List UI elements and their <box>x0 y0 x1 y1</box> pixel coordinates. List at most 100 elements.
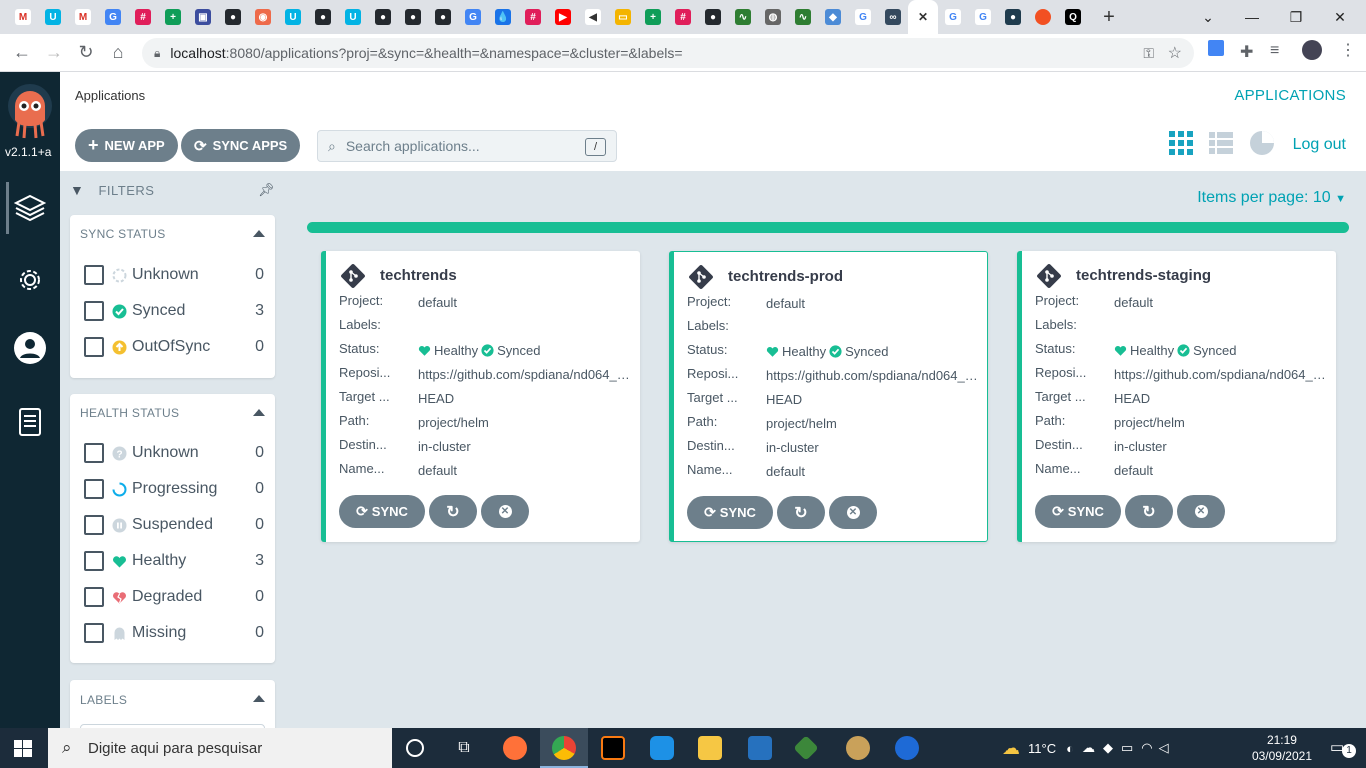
tab-calendar[interactable]: ▣ <box>188 0 218 34</box>
tiles-view-icon[interactable] <box>1168 130 1194 156</box>
checkbox[interactable] <box>84 337 104 357</box>
checkbox[interactable] <box>84 479 104 499</box>
back-icon[interactable]: ← <box>6 42 38 63</box>
argo-logo[interactable] <box>7 82 53 140</box>
tab-drop[interactable]: 💧 <box>488 0 518 34</box>
extensions-puzzle-icon[interactable]: ✚ <box>1240 42 1253 62</box>
window-close-icon[interactable]: ✕ <box>1318 0 1362 34</box>
refresh-button[interactable]: ↻ <box>429 495 477 528</box>
checkbox[interactable] <box>84 623 104 643</box>
tab-slack[interactable]: # <box>128 0 158 34</box>
filter-health-unknown[interactable]: ? Unknown 0 <box>84 442 264 464</box>
sync-button[interactable]: ⟳ SYNC <box>1035 495 1121 528</box>
close-icon[interactable]: ✕ <box>918 10 928 24</box>
filter-health-progressing[interactable]: Progressing 0 <box>84 478 264 500</box>
app-name[interactable]: techtrends-prod <box>728 268 843 285</box>
reload-icon[interactable]: ↻ <box>70 42 102 63</box>
docker-icon[interactable] <box>650 736 674 760</box>
bookmark-star-icon[interactable]: ☆ <box>1168 43 1182 63</box>
filter-health-missing[interactable]: Missing 0 <box>84 622 264 644</box>
dropbox-icon[interactable]: ◆ <box>1103 740 1113 756</box>
tab-globe[interactable]: ◍ <box>758 0 788 34</box>
reading-list-icon[interactable]: ≡ <box>1270 42 1279 60</box>
tab-google-3[interactable]: G <box>968 0 998 34</box>
tab-slides[interactable]: ▭ <box>608 0 638 34</box>
tab-monitor[interactable]: ∿ <box>728 0 758 34</box>
file-explorer-icon[interactable] <box>698 736 722 760</box>
tab-github-6[interactable]: ● <box>698 0 728 34</box>
minimize-icon[interactable]: — <box>1230 0 1274 34</box>
battery-icon[interactable]: ▭ <box>1121 740 1133 756</box>
notification-center-icon[interactable]: ▭ 1 <box>1330 738 1356 758</box>
tab-shield[interactable]: ◆ <box>818 0 848 34</box>
items-per-page-dropdown[interactable]: Items per page: 10 ▼ <box>1197 189 1346 207</box>
filter-sync-unknown[interactable]: Unknown 0 <box>84 264 264 286</box>
filter-health-degraded[interactable]: Degraded 0 <box>84 586 264 608</box>
task-view-icon[interactable]: ⧉ <box>452 736 476 760</box>
app-name[interactable]: techtrends <box>380 267 457 284</box>
wifi-icon[interactable]: ◠ <box>1141 740 1152 756</box>
tab-gmail-2[interactable]: M <box>68 0 98 34</box>
tab-quora[interactable]: Q <box>1058 0 1088 34</box>
tab-infinity[interactable]: ∞ <box>878 0 908 34</box>
nav-docs-icon[interactable] <box>12 404 48 440</box>
tab-active-close[interactable]: ✕ <box>908 0 938 34</box>
tab-search-icon[interactable]: ⌄ <box>1186 0 1230 34</box>
delete-button[interactable]: ✕ <box>481 495 529 528</box>
tab-sheets[interactable]: + <box>158 0 188 34</box>
pin-icon[interactable]: 📌︎ <box>258 182 275 198</box>
tab-sheets-2[interactable]: + <box>638 0 668 34</box>
taskbar-search-box[interactable]: ⌕ Digite aqui para pesquisar <box>48 728 392 768</box>
app-card[interactable]: techtrends-staging Project: default Labe… <box>1017 251 1336 542</box>
collapse-caret-icon[interactable] <box>253 230 265 237</box>
new-tab-icon[interactable]: + <box>1094 6 1124 29</box>
tray-app-icon[interactable]: ◐ <box>1066 741 1074 756</box>
maps-pin-icon[interactable] <box>895 736 919 760</box>
breadcrumb[interactable]: Applications <box>75 88 145 103</box>
delete-button[interactable]: ✕ <box>829 496 877 529</box>
tab-youtube[interactable]: ▶ <box>548 0 578 34</box>
tab-app[interactable]: ◉ <box>248 0 278 34</box>
tab-github-2[interactable]: ● <box>308 0 338 34</box>
tab-orange[interactable] <box>1028 0 1058 34</box>
profile-avatar[interactable] <box>1302 40 1322 60</box>
sync-button[interactable]: ⟳ SYNC <box>339 495 425 528</box>
app-card[interactable]: techtrends Project: default Labels: Stat… <box>321 251 640 542</box>
tab-translate[interactable]: G <box>98 0 128 34</box>
volume-icon[interactable]: ◁ <box>1159 740 1169 756</box>
tab-slack-2[interactable]: # <box>518 0 548 34</box>
filter-health-suspended[interactable]: Suspended 0 <box>84 514 264 536</box>
tab-argo[interactable]: ● <box>998 0 1028 34</box>
list-view-icon[interactable] <box>1208 130 1234 156</box>
cloud-upload-icon[interactable]: ☁ <box>1082 740 1095 756</box>
new-app-button[interactable]: + NEW APP <box>75 129 178 162</box>
tab-monitor-2[interactable]: ∿ <box>788 0 818 34</box>
filter-health-healthy[interactable]: Healthy 3 <box>84 550 264 572</box>
paint-icon[interactable] <box>846 736 870 760</box>
filter-sync-outofsync[interactable]: OutOfSync 0 <box>84 336 264 358</box>
forward-icon[interactable]: → <box>38 42 70 63</box>
tab-translate-2[interactable]: G <box>458 0 488 34</box>
search-input[interactable]: ⌕ Search applications... / <box>317 130 617 162</box>
restore-icon[interactable]: ❐ <box>1274 0 1318 34</box>
refresh-button[interactable]: ↻ <box>777 496 825 529</box>
tab-github[interactable]: ● <box>218 0 248 34</box>
tab-google-2[interactable]: G <box>938 0 968 34</box>
sync-button[interactable]: ⟳ SYNC <box>687 496 773 529</box>
tab-github-5[interactable]: ● <box>428 0 458 34</box>
tab-gmail[interactable]: M <box>8 0 38 34</box>
checkbox[interactable] <box>84 265 104 285</box>
menu-kebab-icon[interactable]: ⋮ <box>1340 40 1356 60</box>
tab-audio[interactable]: ◀ <box>578 0 608 34</box>
weather-temp[interactable]: 11°C <box>1028 741 1056 756</box>
home-icon[interactable]: ⌂ <box>102 42 134 63</box>
logout-link[interactable]: Log out <box>1293 136 1346 154</box>
sync-apps-button[interactable]: ⟳ SYNC APPS <box>181 129 301 162</box>
delete-button[interactable]: ✕ <box>1177 495 1225 528</box>
collapse-caret-icon[interactable] <box>253 695 265 702</box>
summary-pie-icon[interactable] <box>1249 130 1275 156</box>
tab-udacity[interactable]: U <box>38 0 68 34</box>
checkbox[interactable] <box>84 301 104 321</box>
filter-sync-synced[interactable]: Synced 3 <box>84 300 264 322</box>
cortana-icon[interactable] <box>406 739 424 757</box>
